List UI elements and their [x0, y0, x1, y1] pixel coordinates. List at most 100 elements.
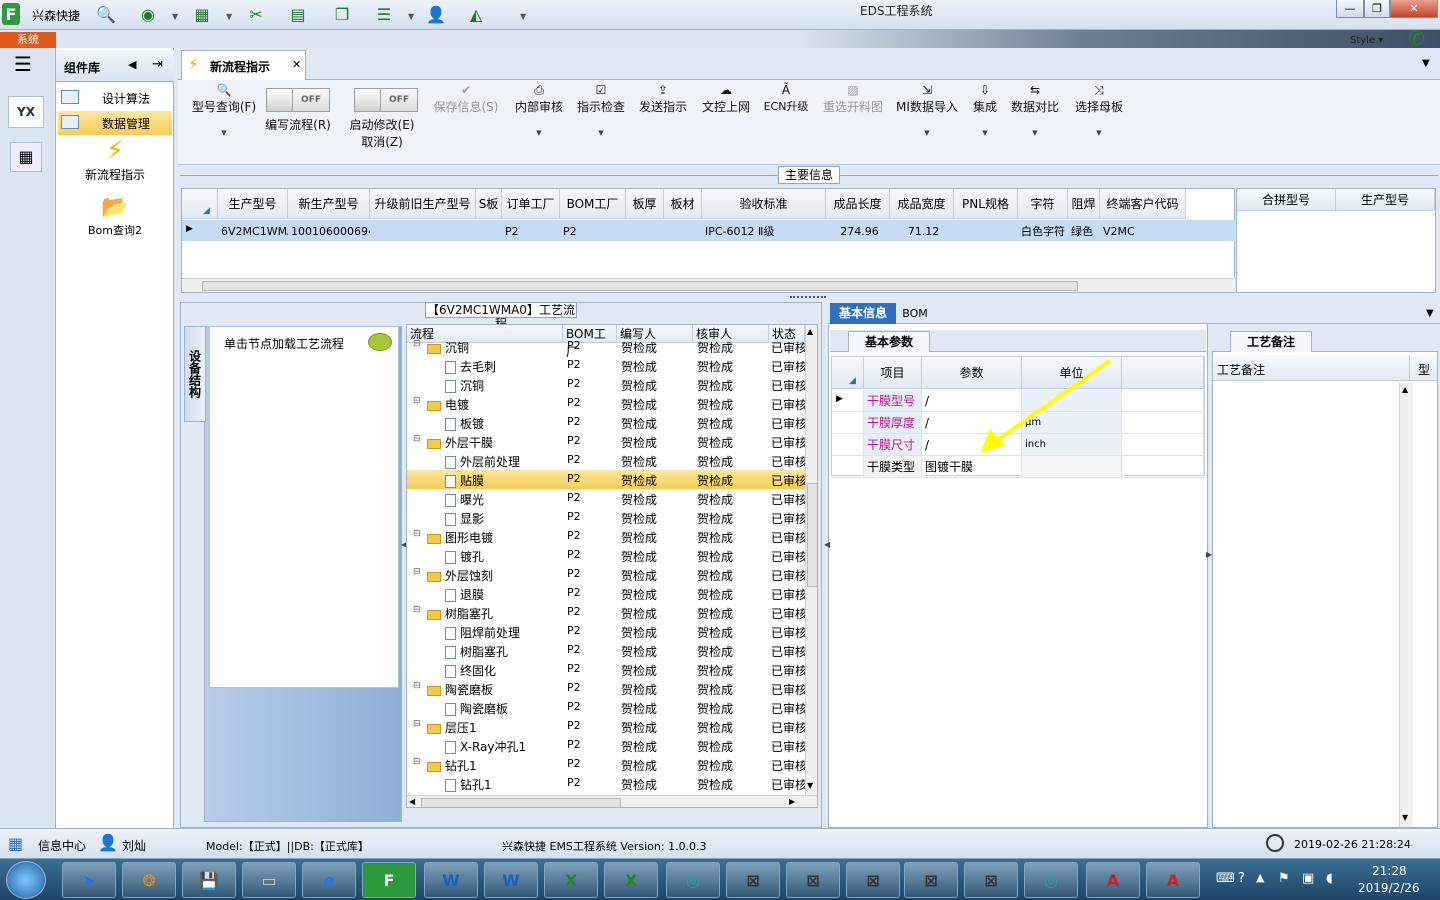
tree-node[interactable]: ⊟ 外层蚀刻	[413, 567, 493, 584]
table-cell[interactable]: 10010600069432	[288, 221, 370, 241]
tree-row[interactable]: 贴膜 P2 贺检成 贺检成 已审核	[407, 470, 807, 489]
tree-node[interactable]: 退膜	[445, 586, 484, 603]
yx-logo-icon[interactable]: YX	[8, 96, 44, 128]
data-compare-button[interactable]: ⇆ 数据对比 ▼	[1008, 82, 1062, 137]
tree-node[interactable]: 陶瓷磨板	[445, 700, 508, 717]
integrate-button[interactable]: ⇩ 集成 ▼	[968, 82, 1002, 137]
reselect-drawing-button[interactable]: ▨ 重选开料图	[820, 82, 886, 115]
tray-network-icon[interactable]: ▣	[1302, 871, 1314, 886]
tree-row[interactable]: ⊟ 外层干膜 P2 贺检成 贺检成 已审核	[407, 432, 807, 451]
save-info-button[interactable]: ✔ 保存信息(S)	[428, 82, 504, 115]
column-header[interactable]: 生产型号	[218, 189, 288, 219]
taskbar-app-window[interactable]: ⊠	[726, 862, 780, 898]
dropdown-arrow-icon[interactable]: ▼	[894, 129, 960, 137]
table-cell[interactable]: 白色字符	[1018, 221, 1068, 241]
scissors-icon[interactable]: ✂	[244, 3, 268, 25]
tree-node[interactable]: ⊟ 沉铜	[413, 339, 469, 356]
column-header[interactable]: 成品宽度	[890, 189, 954, 219]
tree-row[interactable]: 板镀 P2 贺检成 贺检成 已审核	[407, 413, 807, 432]
scrollbar-thumb[interactable]	[202, 281, 1078, 291]
tree-node[interactable]: ⊟ 层压1	[413, 719, 477, 736]
tree-row[interactable]: 阻焊前处理 P2 贺检成 贺检成 已审核	[407, 622, 807, 641]
collapse-icon[interactable]: ⊟	[413, 529, 422, 539]
tab-basic-params[interactable]: 基本参数	[848, 331, 930, 352]
category-data-management[interactable]: 数据管理	[58, 111, 172, 135]
cancel-button[interactable]: 取消(Z)	[344, 133, 420, 150]
column-header[interactable]: 板材	[664, 189, 702, 219]
taskbar-app-ie[interactable]: e	[302, 862, 356, 898]
taskbar-app-eds[interactable]: F	[362, 862, 416, 898]
column-header[interactable]: 项目	[864, 357, 922, 389]
collapse-icon[interactable]: ⊟	[413, 681, 422, 691]
tree-node[interactable]: ⊟ 陶瓷磨板	[413, 681, 493, 698]
taskbar-app-excel[interactable]: X	[604, 862, 658, 898]
collapse-icon[interactable]: ⊟	[413, 719, 422, 729]
instruction-check-button[interactable]: ☑ 指示检查 ▼	[574, 82, 628, 137]
tray-volume-icon[interactable]: ◖	[1326, 871, 1333, 886]
select-master-button[interactable]: ⤨ 选择母板 ▼	[1072, 82, 1126, 137]
tree-node[interactable]: 终固化	[445, 662, 496, 679]
tab-bom[interactable]: BOM	[900, 303, 930, 324]
scroll-left-icon[interactable]: ◀	[409, 797, 415, 806]
tree-node[interactable]: 钻孔1	[445, 776, 492, 793]
table-cell[interactable]: P2	[560, 221, 626, 241]
taskbar-app-shell[interactable]: ❂	[122, 862, 176, 898]
taskbar-app-scanner[interactable]: ▭	[242, 862, 296, 898]
tree-node[interactable]: 阻焊前处理	[445, 624, 520, 641]
table-cell[interactable]	[664, 221, 702, 241]
tree-row[interactable]: ⊟ 沉铜 P2 贺检成 贺检成 已审核	[407, 337, 807, 356]
tree-row[interactable]: 退膜 P2 贺检成 贺检成 已审核	[407, 584, 807, 603]
taskbar-app-excel[interactable]: X	[544, 862, 598, 898]
minimize-button[interactable]: —	[1336, 0, 1364, 18]
tree-row[interactable]: 去毛刺 P2 贺检成 贺检成 已审核	[407, 356, 807, 375]
table-cell[interactable]: 绿色	[1068, 221, 1100, 241]
menu-icon[interactable]: ☰	[14, 54, 38, 74]
collapse-icon[interactable]: ⊟	[413, 605, 422, 615]
collapse-icon[interactable]: ⊟	[413, 567, 422, 577]
mi-import-button[interactable]: ⇲ MI数据导入 ▼	[894, 82, 960, 137]
collapse-icon[interactable]: ⊟	[413, 434, 422, 444]
scroll-up-icon[interactable]: ▲	[807, 327, 813, 336]
column-header[interactable]: 板厚	[626, 189, 664, 219]
start-modify-toggle[interactable]: OFF	[354, 88, 418, 112]
tab-new-flow-instruction[interactable]: ⚡ 新流程指示 ✕	[181, 50, 306, 81]
splitter-arrow-icon[interactable]: ◀	[824, 540, 830, 549]
scroll-up-icon[interactable]: ▲	[1402, 385, 1408, 394]
tray-help-icon[interactable]: ?	[1238, 871, 1245, 886]
tree-node[interactable]: X-Ray冲孔1	[445, 738, 526, 755]
collapse-icon[interactable]: ⊟	[413, 757, 422, 767]
dropdown-arrow-icon[interactable]: ▼	[968, 129, 1002, 137]
tree-node[interactable]: ⊟ 电镀	[413, 396, 469, 413]
tree-row[interactable]: 镀孔 P2 贺检成 贺检成 已审核	[407, 546, 807, 565]
column-header[interactable]: 工艺备注	[1217, 361, 1265, 378]
column-header[interactable]: 升级前旧生产型号	[370, 189, 476, 219]
pin-icon[interactable]: ⇥	[152, 57, 163, 72]
list-icon[interactable]: ☰	[372, 3, 396, 25]
tray-keyboard-icon[interactable]: ⌨	[1216, 871, 1235, 886]
tree-row[interactable]: 陶瓷磨板 P2 贺检成 贺检成 已审核	[407, 698, 807, 717]
doc-upload-button[interactable]: ☁ 文控上网	[698, 82, 754, 115]
tree-node[interactable]: 树脂塞孔	[445, 643, 508, 660]
tree-node[interactable]: 去毛刺	[445, 358, 496, 375]
column-header[interactable]: BOM工厂	[560, 189, 626, 219]
column-header[interactable]: 验收标准	[702, 189, 826, 219]
tree-row[interactable]: ⊟ 外层蚀刻 P2 贺检成 贺检成 已审核	[407, 565, 807, 584]
table-cell[interactable]: 71.12	[890, 221, 954, 241]
film-icon[interactable]: ▤	[286, 3, 310, 25]
speech-bubble-icon[interactable]	[368, 333, 392, 351]
taskbar-app-bird[interactable]: ➤	[62, 862, 116, 898]
scroll-right-icon[interactable]: ▶	[789, 797, 795, 806]
table-cell[interactable]	[370, 221, 476, 241]
category-design-algorithm[interactable]: 设计算法	[58, 86, 172, 110]
column-header[interactable]: 字符	[1018, 189, 1068, 219]
column-header[interactable]: 新生产型号	[288, 189, 370, 219]
taskbar-app-autocad[interactable]: A	[1146, 862, 1200, 898]
tree-row[interactable]: ⊟ 层压1 P2 贺检成 贺检成 已审核	[407, 717, 807, 736]
tree-row[interactable]: ⊟ 钻孔1 P2 贺检成 贺检成 已审核	[407, 755, 807, 774]
taskbar-app-viewer[interactable]: ◎	[666, 862, 720, 898]
tree-row[interactable]: ⊟ 树脂塞孔 P2 贺检成 贺检成 已审核	[407, 603, 807, 622]
tree-node[interactable]: 外层前处理	[445, 453, 520, 470]
tree-row[interactable]: ⊟ 电镀 P2 贺检成 贺检成 已审核	[407, 394, 807, 413]
type-query-button[interactable]: 🔍 型号查询(F) ▼	[184, 82, 264, 137]
send-instruction-button[interactable]: ⇪ 发送指示	[636, 82, 690, 115]
